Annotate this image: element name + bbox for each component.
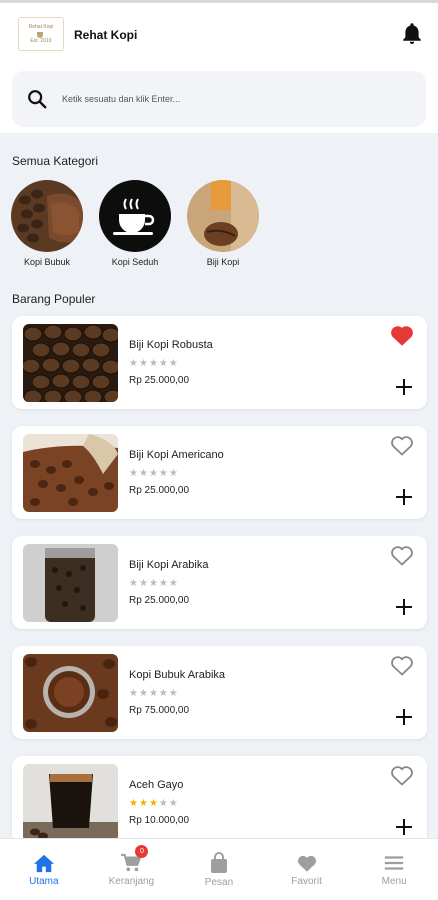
product-price: Rp 25.000,00 (129, 595, 190, 606)
star-icon: ★ (168, 468, 179, 479)
nav-label: Keranjang (108, 875, 155, 887)
star-icon: ★ (138, 798, 149, 809)
category-list: Kopi Bubuk Kopi Seduh Biji Kopi (10, 180, 274, 267)
product-image (23, 434, 118, 512)
star-icon: ★ (138, 688, 149, 699)
product-name: Aceh Gayo (129, 779, 184, 791)
logo-est-text: Est. 2019 (30, 37, 52, 44)
star-icon: ★ (148, 578, 159, 589)
product-image (23, 764, 118, 842)
star-icon: ★ (148, 798, 159, 809)
nav-label: Utama (29, 875, 59, 887)
product-name: Kopi Bubuk Arabika (129, 669, 226, 681)
category-kopi-seduh[interactable]: Kopi Seduh (98, 180, 186, 267)
star-icon: ★ (138, 468, 149, 479)
category-image (99, 180, 171, 252)
star-icon: ★ (129, 468, 139, 479)
popular-list: Biji Kopi Robusta ★★★★★ Rp 25.000,00 Bij… (12, 316, 427, 866)
favorite-heart-icon[interactable] (390, 324, 414, 346)
star-icon: ★ (158, 578, 169, 589)
product-image (23, 324, 118, 402)
product-price: Rp 10.000,00 (129, 815, 190, 826)
bag-icon (210, 851, 227, 873)
product-name: Biji Kopi Americano (129, 449, 224, 461)
favorite-heart-icon[interactable] (390, 764, 414, 786)
nav-utama[interactable]: Utama (0, 839, 88, 900)
search-icon (28, 90, 47, 109)
cart-badge: 0 (135, 845, 149, 858)
favorite-heart-icon[interactable] (390, 544, 414, 566)
star-icon: ★ (158, 688, 169, 699)
star-icon: ★ (148, 468, 159, 479)
star-icon: ★ (158, 798, 169, 809)
category-label: Kopi Seduh (111, 257, 159, 267)
heart-icon (297, 855, 316, 872)
product-card[interactable]: Biji Kopi Arabika ★★★★★ Rp 25.000,00 (12, 536, 427, 629)
star-icon: ★ (138, 578, 149, 589)
add-to-cart-icon[interactable] (395, 378, 413, 396)
nav-favorit[interactable]: Favorit (263, 839, 351, 900)
nav-pesan[interactable]: Pesan (175, 839, 263, 900)
nav-keranjang[interactable]: 0 Keranjang (88, 839, 176, 900)
nav-menu[interactable]: Menu (350, 839, 438, 900)
product-name: Biji Kopi Robusta (129, 339, 213, 351)
product-price: Rp 75.000,00 (129, 705, 190, 716)
category-image (187, 180, 259, 252)
home-icon (33, 854, 54, 872)
nav-label: Favorit (291, 875, 322, 887)
star-icon: ★ (168, 358, 179, 369)
logo-cup-icon (37, 31, 43, 38)
bell-icon[interactable] (400, 21, 424, 47)
nav-label: Pesan (204, 876, 234, 888)
star-icon: ★ (129, 358, 139, 369)
product-image (23, 654, 118, 732)
category-label: Kopi Bubuk (23, 257, 71, 267)
add-to-cart-icon[interactable] (395, 818, 413, 836)
favorite-heart-icon[interactable] (390, 434, 414, 456)
category-image (11, 180, 83, 252)
categories-title: Semua Kategori (12, 154, 99, 168)
product-rating: ★★★★★ (129, 468, 179, 479)
favorite-heart-icon[interactable] (390, 654, 414, 676)
category-label: Biji Kopi (206, 257, 240, 267)
product-rating: ★★★★★ (129, 798, 179, 809)
star-icon: ★ (129, 798, 139, 809)
product-rating: ★★★★★ (129, 688, 179, 699)
star-icon: ★ (129, 688, 139, 699)
category-kopi-bubuk[interactable]: Kopi Bubuk (10, 180, 98, 267)
product-card[interactable]: Aceh Gayo ★★★★★ Rp 10.000,00 (12, 756, 427, 849)
product-rating: ★★★★★ (129, 578, 179, 589)
star-icon: ★ (158, 468, 169, 479)
menu-icon (385, 855, 404, 870)
star-icon: ★ (148, 688, 159, 699)
star-icon: ★ (158, 358, 169, 369)
search-bar[interactable] (12, 71, 426, 127)
star-icon: ★ (148, 358, 159, 369)
app-title: Rehat Kopi (74, 28, 138, 42)
star-icon: ★ (129, 578, 139, 589)
star-icon: ★ (138, 358, 149, 369)
search-input[interactable] (62, 94, 392, 104)
star-icon: ★ (168, 798, 179, 809)
brand-logo: Rehat Kopi Est. 2019 (18, 17, 64, 51)
product-price: Rp 25.000,00 (129, 375, 190, 386)
product-rating: ★★★★★ (129, 358, 179, 369)
product-card[interactable]: Biji Kopi Robusta ★★★★★ Rp 25.000,00 (12, 316, 427, 409)
star-icon: ★ (168, 578, 179, 589)
product-name: Biji Kopi Arabika (129, 559, 209, 571)
add-to-cart-icon[interactable] (395, 488, 413, 506)
nav-label: Menu (381, 875, 407, 887)
bottom-nav: Utama 0 Keranjang Pesan Favorit Menu (0, 838, 438, 900)
product-card[interactable]: Biji Kopi Americano ★★★★★ Rp 25.000,00 (12, 426, 427, 519)
add-to-cart-icon[interactable] (395, 708, 413, 726)
category-biji-kopi[interactable]: Biji Kopi (186, 180, 274, 267)
popular-title: Barang Populer (12, 292, 96, 306)
product-price: Rp 25.000,00 (129, 485, 190, 496)
product-card[interactable]: Kopi Bubuk Arabika ★★★★★ Rp 75.000,00 (12, 646, 427, 739)
star-icon: ★ (168, 688, 179, 699)
app-header: Rehat Kopi Est. 2019 Rehat Kopi (0, 3, 438, 133)
logo-text: Rehat Kopi (28, 23, 54, 30)
product-image (23, 544, 118, 622)
add-to-cart-icon[interactable] (395, 598, 413, 616)
